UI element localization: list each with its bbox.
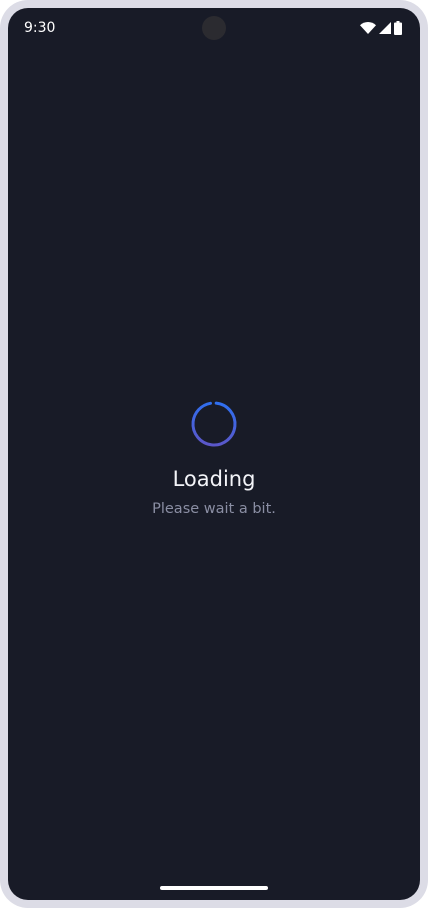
status-bar: 9:30 [8,8,420,48]
loading-indicator: Loading Please wait a bit. [8,400,420,518]
cellular-signal-icon [379,22,391,34]
status-icons [360,21,402,35]
screen: 9:30 Loading Please wait a bit. [8,8,420,900]
status-time: 9:30 [24,20,56,36]
battery-icon [394,21,402,35]
loading-spinner-icon [191,401,237,447]
wifi-icon [360,22,376,34]
phone-frame: 9:30 Loading Please wait a bit. [0,0,428,908]
loading-title: Loading [172,467,256,491]
loading-subtitle: Please wait a bit. [152,501,276,517]
front-camera [202,16,226,40]
home-indicator[interactable] [160,886,268,890]
